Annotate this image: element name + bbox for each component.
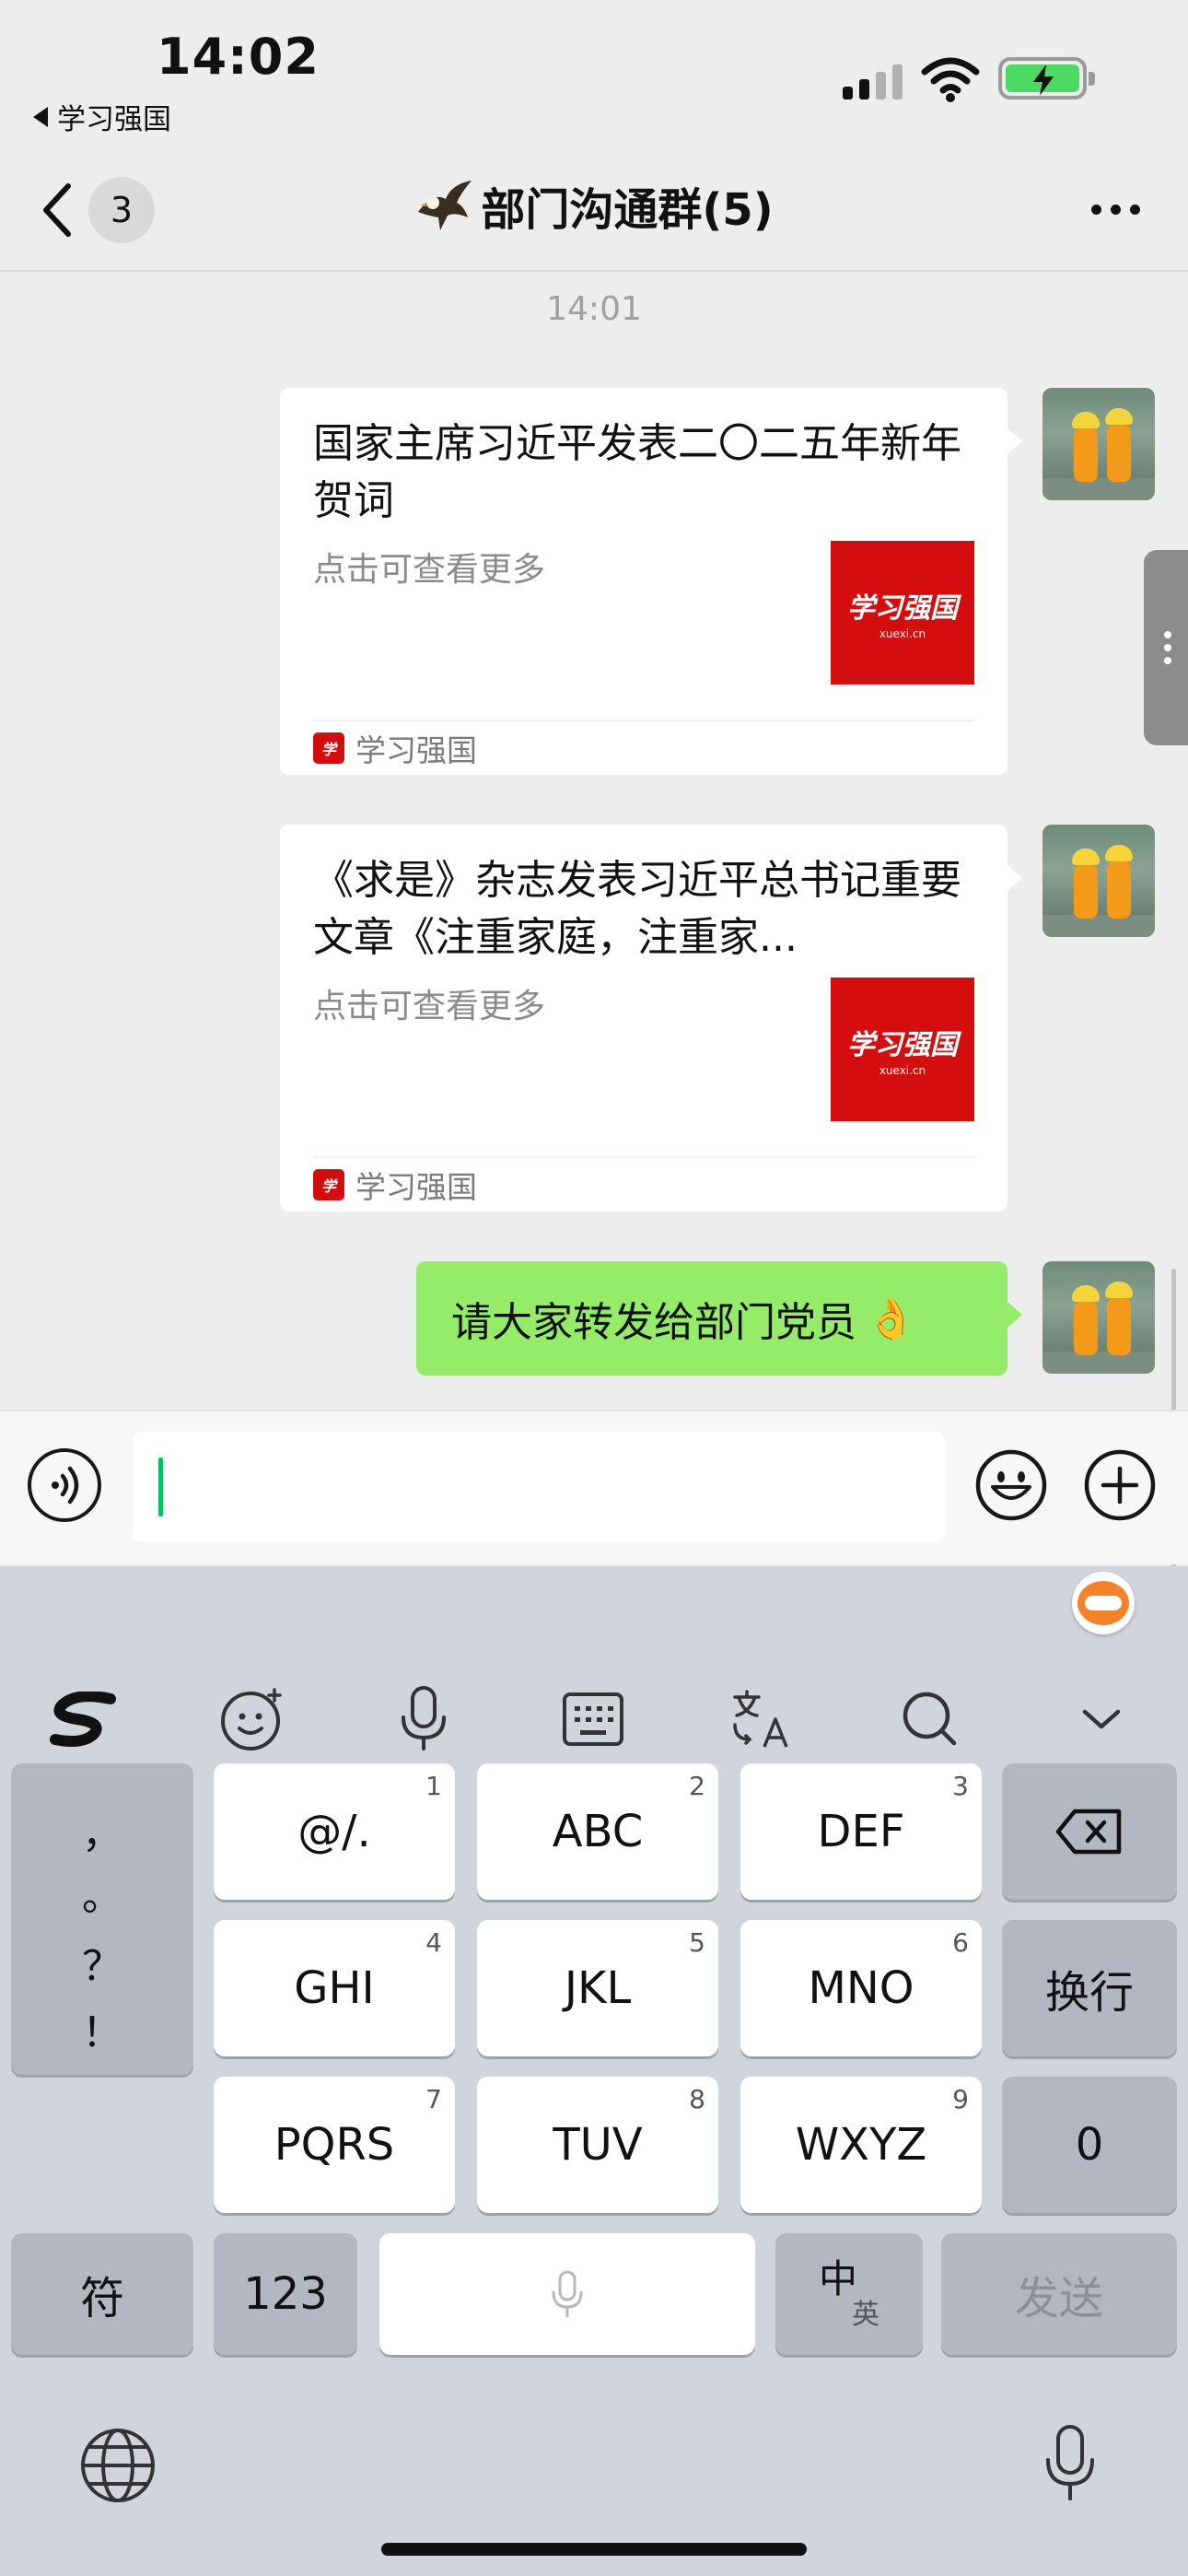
eagle-icon bbox=[418, 181, 472, 230]
link-card-source: 学 学习强国 bbox=[313, 729, 477, 768]
xuexi-logo-thumbnail: 学习强国 xuexi.cn bbox=[831, 978, 974, 1121]
text-caret bbox=[158, 1458, 163, 1516]
mic-icon[interactable] bbox=[379, 1675, 468, 1763]
ok-hand-emoji: 👌 bbox=[866, 1295, 916, 1342]
card-divider bbox=[313, 720, 974, 721]
text-message-bubble[interactable]: 请大家转发给部门党员 👌 bbox=[416, 1261, 1022, 1376]
key-9[interactable]: WXYZ 9 bbox=[740, 2077, 982, 2213]
key-2[interactable]: ABC 2 bbox=[477, 1763, 718, 1900]
message-input-bar bbox=[0, 1410, 1188, 1564]
numeric-key[interactable]: 123 bbox=[214, 2233, 357, 2355]
link-card-title: 《求是》杂志发表习近平总书记重要文章《注重家庭，注重家... bbox=[313, 857, 961, 961]
avatar[interactable] bbox=[1042, 388, 1155, 500]
key-4[interactable]: GHI 4 bbox=[214, 1920, 455, 2056]
space-key[interactable] bbox=[379, 2233, 755, 2355]
message-text: 请大家转发给部门党员 bbox=[451, 1299, 856, 1346]
back-to-app-link[interactable]: 学习强国 bbox=[33, 96, 171, 137]
ime-mascot-icon[interactable] bbox=[1072, 1572, 1135, 1634]
punctuation-column[interactable]: ， 。 ？ ！ bbox=[11, 1763, 193, 2075]
link-card-message[interactable]: 《求是》杂志发表习近平总书记重要文章《注重家庭，注重家... 点击可查看更多 学… bbox=[280, 825, 1022, 1212]
more-icon[interactable] bbox=[1091, 205, 1140, 215]
message-input[interactable] bbox=[133, 1432, 945, 1542]
card-divider bbox=[313, 1156, 974, 1158]
punct-comma[interactable]: ， bbox=[11, 1800, 193, 1859]
xuexi-source-icon: 学 bbox=[313, 1169, 344, 1200]
voice-icon bbox=[52, 1466, 79, 1505]
status-bar: 14:02 学习强国 bbox=[0, 0, 1188, 147]
avatar[interactable] bbox=[1042, 825, 1155, 937]
punct-exclaim[interactable]: ！ bbox=[11, 1999, 193, 2058]
message-timestamp: 14:01 bbox=[546, 290, 642, 328]
signal-icon bbox=[843, 64, 903, 100]
chat-title-group[interactable]: 部门沟通群(5) bbox=[0, 173, 1188, 238]
chat-title: 部门沟通群(5) bbox=[481, 184, 774, 236]
search-icon[interactable] bbox=[886, 1675, 974, 1763]
backspace-key[interactable] bbox=[1002, 1763, 1177, 1900]
globe-icon[interactable] bbox=[79, 2427, 157, 2504]
key-8[interactable]: TUV 8 bbox=[477, 2077, 718, 2213]
keyboard-icon[interactable] bbox=[549, 1675, 637, 1763]
keyboard-toolbar bbox=[0, 1675, 1188, 1763]
wifi-icon bbox=[921, 57, 980, 102]
space-mic-icon bbox=[552, 2270, 583, 2318]
lang-main: 中 bbox=[818, 2256, 857, 2301]
message-list[interactable]: 14:01 国家主席习近平发表二〇二五年新年贺词 点击可查看更多 学习强国 xu… bbox=[0, 274, 1188, 1674]
lang-alt: 英 bbox=[852, 2299, 879, 2331]
battery-icon bbox=[998, 57, 1095, 100]
home-indicator[interactable] bbox=[381, 2543, 807, 2556]
link-card-message[interactable]: 国家主席习近平发表二〇二五年新年贺词 点击可查看更多 学习强国 xuexi.cn… bbox=[280, 388, 1022, 775]
dictation-icon[interactable] bbox=[1042, 2423, 1098, 2504]
plus-icon[interactable] bbox=[1083, 1448, 1157, 1522]
key-6[interactable]: MNO 6 bbox=[740, 1920, 982, 2056]
emoji-kb-icon[interactable] bbox=[208, 1675, 297, 1763]
newline-key[interactable]: 换行 bbox=[1002, 1920, 1177, 2056]
link-card-title: 国家主席习近平发表二〇二五年新年贺词 bbox=[313, 420, 961, 524]
key-7[interactable]: PQRS 7 bbox=[214, 2077, 455, 2213]
avatar[interactable] bbox=[1042, 1261, 1155, 1374]
xuexi-logo-thumbnail: 学习强国 xuexi.cn bbox=[831, 541, 974, 685]
translate-icon[interactable] bbox=[718, 1675, 807, 1763]
status-time: 14:02 bbox=[157, 28, 320, 86]
punct-period[interactable]: 。 bbox=[11, 1863, 193, 1922]
voice-input-button[interactable] bbox=[28, 1448, 101, 1522]
key-5[interactable]: JKL 5 bbox=[477, 1920, 718, 2056]
link-card-source-name: 学习强国 bbox=[355, 732, 477, 768]
link-card-description: 点击可查看更多 bbox=[313, 988, 546, 1025]
floating-side-handle[interactable] bbox=[1144, 550, 1188, 745]
sogou-logo-icon[interactable] bbox=[41, 1675, 129, 1763]
ime-keyboard: ， 。 ？ ！ @/. 1 ABC 2 DEF 3 GHI 4 JKL 5 MNO 6 换行… bbox=[0, 1566, 1188, 2576]
back-app-name: 学习强国 bbox=[57, 103, 171, 136]
key-3[interactable]: DEF 3 bbox=[740, 1763, 982, 1900]
backspace-icon bbox=[1055, 1809, 1122, 1855]
link-card-description: 点击可查看更多 bbox=[313, 551, 546, 589]
punct-question[interactable]: ？ bbox=[11, 1933, 193, 1992]
language-switch-key[interactable]: 中 英 bbox=[775, 2233, 923, 2355]
xuexi-source-icon: 学 bbox=[313, 732, 344, 764]
key-1[interactable]: @/. 1 bbox=[214, 1763, 455, 1900]
chat-header: 3 部门沟通群(5) bbox=[0, 147, 1188, 272]
send-key[interactable]: 发送 bbox=[941, 2233, 1177, 2355]
link-card-source-name: 学习强国 bbox=[355, 1169, 477, 1205]
symbol-key[interactable]: 符 bbox=[11, 2233, 193, 2355]
collapse-icon[interactable] bbox=[1057, 1675, 1146, 1763]
zero-key[interactable]: 0 bbox=[1002, 2077, 1177, 2213]
link-card-source: 学 学习强国 bbox=[313, 1165, 477, 1205]
emoji-icon[interactable] bbox=[974, 1448, 1048, 1522]
back-triangle-icon bbox=[33, 106, 48, 127]
